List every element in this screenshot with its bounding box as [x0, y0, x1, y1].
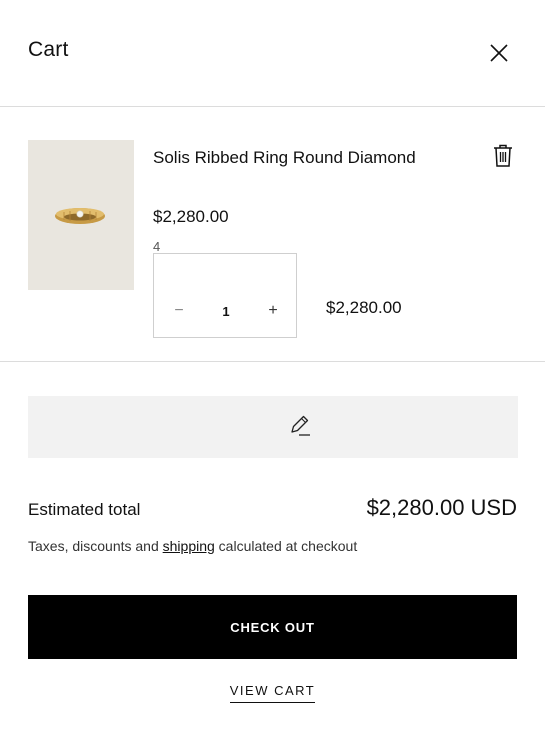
increase-quantity-button[interactable]: + [258, 296, 288, 326]
view-cart-link[interactable]: VIEW CART [229, 683, 316, 703]
estimated-total-value: $2,280.00 USD [366, 495, 517, 520]
cart-header: Cart [0, 0, 545, 106]
cart-drawer: Cart Solis Ribbed Ring Round Diamond $2,… [0, 0, 545, 752]
item-divider [0, 361, 545, 362]
order-note-button[interactable] [28, 396, 518, 458]
header-divider [0, 106, 545, 107]
product-image[interactable] [28, 140, 134, 290]
plus-icon: + [268, 302, 278, 319]
remove-item-button[interactable] [491, 143, 515, 169]
line-total-price: $2,280.00 [326, 298, 402, 317]
trash-icon [494, 144, 512, 167]
view-cart-container: VIEW CART [0, 682, 545, 703]
tax-note-prefix: Taxes, discounts and [28, 538, 163, 554]
close-icon [490, 44, 508, 62]
tax-note: Taxes, discounts and shipping calculated… [28, 538, 357, 554]
shipping-link[interactable]: shipping [163, 538, 215, 554]
estimated-total-label: Estimated total [28, 500, 141, 519]
minus-icon: − [174, 302, 184, 319]
close-button[interactable] [486, 40, 512, 66]
tax-note-suffix: calculated at checkout [214, 538, 358, 554]
quantity-input[interactable] [204, 299, 248, 323]
unit-price: $2,280.00 [153, 207, 229, 226]
cart-title: Cart [28, 38, 69, 61]
variant-option: 4 [153, 239, 161, 254]
pencil-icon [291, 415, 310, 436]
product-name-link[interactable]: Solis Ribbed Ring Round Diamond [153, 143, 453, 173]
checkout-button[interactable]: CHECK OUT [28, 595, 517, 659]
decrease-quantity-button[interactable]: − [164, 296, 194, 326]
gold-ring-icon [55, 208, 105, 224]
quantity-stepper: − + [153, 253, 297, 338]
